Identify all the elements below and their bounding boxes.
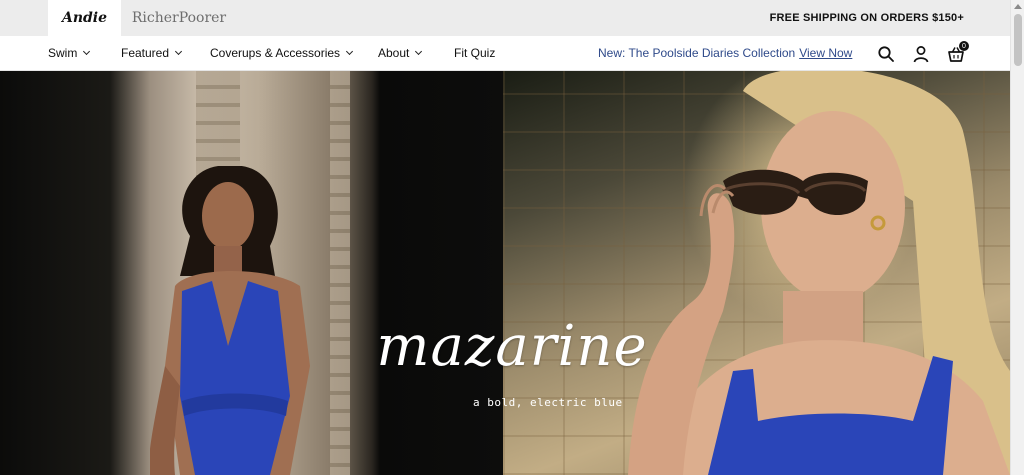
hero-image-left (0, 71, 503, 475)
hero-banner[interactable]: mazarine a bold, electric blue (0, 71, 1010, 475)
brand-tab-richer-poorer[interactable]: RicherPoorer (121, 0, 237, 36)
cart-count-badge: 0 (959, 41, 969, 51)
promo-banner: New: The Poolside Diaries Collection Vie… (598, 36, 852, 70)
account-icon[interactable] (912, 45, 930, 63)
nav-item-label: About (378, 46, 410, 60)
carved-pillar (330, 71, 350, 475)
model-figure-left (150, 166, 310, 475)
nav-item-label: Featured (121, 46, 170, 60)
main-navigation: Swim Featured Coverups & Accessories Abo… (0, 36, 1010, 71)
search-icon[interactable] (877, 45, 895, 63)
chevron-down-icon (415, 47, 423, 55)
nav-item-about[interactable]: About (378, 36, 423, 70)
promo-text: New: The Poolside Diaries Collection (598, 46, 796, 60)
nav-item-coverups-accessories[interactable]: Coverups & Accessories (210, 36, 354, 70)
hero-title: mazarine (376, 314, 648, 379)
chevron-down-icon (346, 47, 354, 55)
nav-item-swim[interactable]: Swim (48, 36, 91, 70)
scrollbar-thumb[interactable] (1014, 14, 1022, 66)
nav-item-fit-quiz[interactable]: Fit Quiz (454, 36, 495, 70)
hero-subtitle: a bold, electric blue (473, 396, 623, 409)
nav-item-featured[interactable]: Featured (121, 36, 183, 70)
brand-tab-andie[interactable]: Andie (48, 0, 121, 36)
nav-item-label: Swim (48, 46, 78, 60)
nav-item-label: Fit Quiz (454, 46, 496, 60)
cart-icon[interactable]: 0 (947, 41, 969, 63)
scroll-up-arrow-icon[interactable] (1014, 4, 1022, 9)
model-figure-right (628, 71, 1010, 475)
nav-item-label: Coverups & Accessories (210, 46, 341, 60)
page-scrollbar[interactable] (1010, 0, 1024, 475)
hero-image-right (503, 71, 1010, 475)
free-shipping-notice: FREE SHIPPING ON ORDERS $150+ (769, 12, 964, 24)
chevron-down-icon (83, 47, 91, 55)
promo-view-now-link[interactable]: View Now (799, 46, 852, 60)
announcement-bar: Andie RicherPoorer FREE SHIPPING ON ORDE… (0, 0, 1010, 36)
chevron-down-icon (174, 47, 183, 55)
